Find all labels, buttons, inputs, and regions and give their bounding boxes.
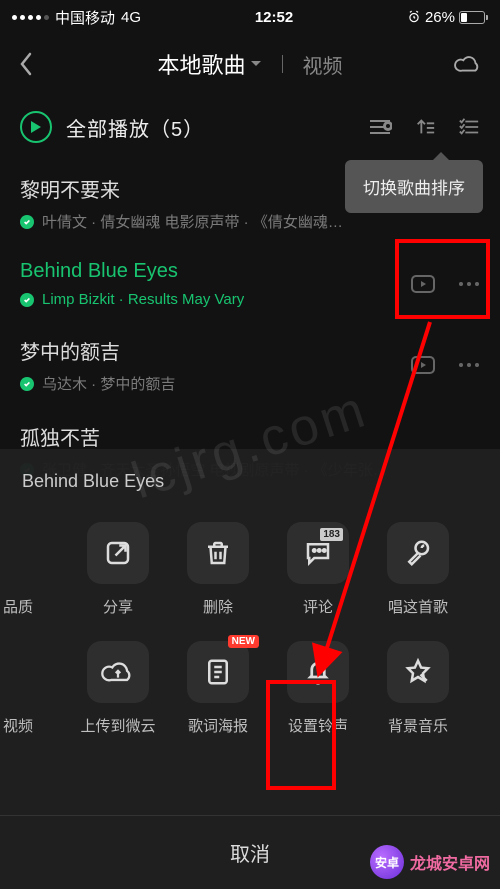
tab-video[interactable]: 视频 — [303, 50, 343, 79]
song-subtitle: 叶倩文 · 倩女幽魂 电影原声带 · 《倩女幽魂… — [42, 211, 343, 232]
sheet-item-bgm[interactable]: 背景音乐 — [368, 641, 468, 736]
cloud-upload-icon — [87, 641, 149, 703]
song-row[interactable]: Behind Blue Eyes Limp Bizkit · Results M… — [0, 246, 500, 322]
signal-dots-icon — [12, 15, 49, 20]
star-icon — [387, 641, 449, 703]
sheet-row-1: 品质 分享 删除 183 评论 唱这首歌 — [0, 522, 500, 641]
play-all-button[interactable]: 全部播放（5） — [20, 111, 368, 143]
song-row[interactable]: 梦中的额吉 乌达木 · 梦中的额吉 — [0, 322, 500, 408]
song-subtitle: 乌达木 · 梦中的额吉 — [42, 373, 175, 394]
share-icon — [87, 522, 149, 584]
tab-label: 本地歌曲 — [157, 48, 245, 80]
filter-button[interactable] — [368, 117, 392, 137]
mic-icon — [387, 522, 449, 584]
comment-icon: 183 — [287, 522, 349, 584]
downloaded-icon — [20, 293, 34, 307]
play-all-label: 全部播放 — [66, 119, 150, 141]
tab-local-songs[interactable]: 本地歌曲 — [157, 48, 261, 80]
play-icon — [20, 111, 52, 143]
nav-header: 本地歌曲 视频 — [0, 34, 500, 94]
comment-count-badge: 183 — [320, 528, 343, 541]
sheet-title: Behind Blue Eyes — [0, 449, 500, 522]
trash-icon — [187, 522, 249, 584]
sheet-item-delete[interactable]: 删除 — [168, 522, 268, 617]
song-title: 孤独不苦 — [20, 422, 480, 451]
carrier-label: 中国移动 — [55, 7, 115, 28]
multiselect-button[interactable] — [458, 117, 480, 137]
cloud-button[interactable] — [454, 53, 482, 75]
action-sheet: Behind Blue Eyes 品质 分享 删除 183 评论 唱这首歌 — [0, 449, 500, 889]
chevron-down-icon — [250, 58, 262, 70]
sort-button[interactable] — [414, 117, 436, 137]
new-badge: NEW — [228, 635, 259, 648]
status-time: 12:52 — [255, 9, 293, 26]
sheet-item-quality[interactable]: 品质 — [0, 522, 68, 617]
more-button[interactable] — [458, 362, 480, 368]
sheet-item-lyric-poster[interactable]: NEW 歌词海报 — [168, 641, 268, 736]
tab-divider — [282, 55, 283, 73]
watermark-logo-icon: 安卓 — [370, 845, 404, 879]
watermark-logo: 安卓 龙城安卓网 — [370, 845, 490, 879]
sort-tooltip: 切换歌曲排序 — [345, 160, 483, 213]
battery-icon — [459, 11, 488, 24]
sheet-item-set-ringtone[interactable]: 设置铃声 — [268, 641, 368, 736]
mv-button[interactable] — [410, 355, 436, 375]
play-all-count: （5） — [150, 119, 204, 141]
bell-icon — [287, 641, 349, 703]
play-all-row: 全部播放（5） — [0, 94, 500, 160]
downloaded-icon — [20, 215, 34, 229]
sheet-item-sing[interactable]: 唱这首歌 — [368, 522, 468, 617]
sheet-item-share[interactable]: 分享 — [68, 522, 168, 617]
downloaded-icon — [20, 377, 34, 391]
alarm-icon — [407, 10, 421, 24]
sheet-item-comment[interactable]: 183 评论 — [268, 522, 368, 617]
watermark-logo-text: 龙城安卓网 — [410, 850, 490, 874]
song-subtitle: Limp Bizkit · Results May Vary — [42, 291, 244, 308]
network-label: 4G — [121, 9, 141, 26]
song-title: 梦中的额吉 — [20, 336, 410, 365]
back-button[interactable] — [18, 51, 46, 77]
poster-icon: NEW — [187, 641, 249, 703]
sheet-item-upload-cloud[interactable]: 上传到微云 — [68, 641, 168, 736]
more-button[interactable] — [458, 281, 480, 287]
status-bar: 中国移动 4G 12:52 26% — [0, 0, 500, 34]
song-title: Behind Blue Eyes — [20, 260, 410, 283]
sheet-item-video[interactable]: 视频 — [0, 641, 68, 736]
battery-pct: 26% — [425, 9, 455, 26]
mv-button[interactable] — [410, 274, 436, 294]
sheet-row-2: 视频 上传到微云 NEW 歌词海报 设置铃声 背景音乐 — [0, 641, 500, 760]
